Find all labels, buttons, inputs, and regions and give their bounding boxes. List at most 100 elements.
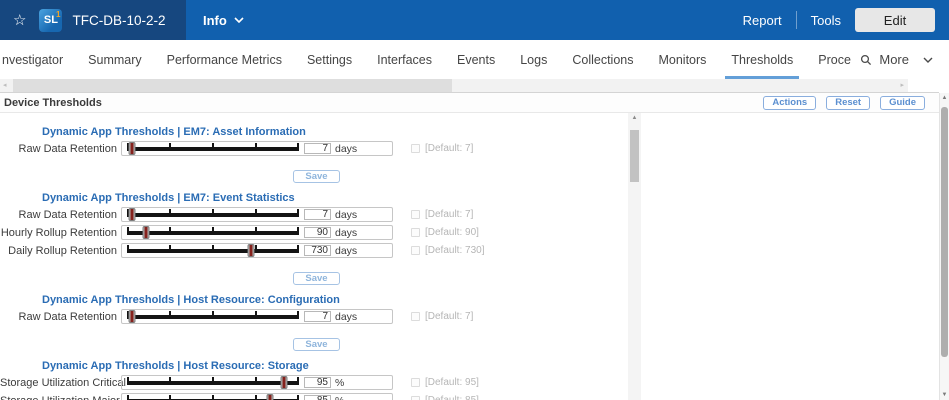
threshold-label: Raw Data Retention (0, 311, 121, 323)
section-title: Dynamic App Thresholds | Host Resource: … (42, 360, 628, 372)
tab-thresholds[interactable]: Thresholds (731, 40, 793, 79)
default-checkbox[interactable] (411, 228, 420, 237)
slider-handle[interactable] (247, 244, 254, 257)
tools-link[interactable]: Tools (811, 13, 841, 28)
content-vertical-scrollbar[interactable]: ▲ (628, 113, 641, 400)
tabs-horizontal-scrollbar[interactable]: ◂ ▸ (0, 79, 908, 92)
tab-events[interactable]: Events (457, 40, 495, 79)
divider (796, 11, 797, 29)
threshold-label: Raw Data Retention (0, 143, 121, 155)
edit-button[interactable]: Edit (855, 8, 935, 32)
thresholds-content: Dynamic App Thresholds | EM7: Asset Info… (0, 113, 628, 400)
threshold-slider[interactable] (127, 376, 299, 389)
content-scrollbar-thumb[interactable] (630, 130, 639, 182)
threshold-control: days (121, 141, 393, 156)
threshold-unit: days (335, 143, 357, 155)
default-checkbox[interactable] (411, 246, 420, 255)
actions-button[interactable]: Actions (763, 96, 816, 110)
top-nav-bar: ☆ SL1 TFC-DB-10-2-2 Info Report Tools Ed… (0, 0, 949, 40)
threshold-value-input[interactable] (304, 209, 331, 220)
scroll-left-arrow-icon[interactable]: ◂ (3, 79, 7, 92)
threshold-value-input[interactable] (304, 377, 331, 388)
threshold-value-input[interactable] (304, 143, 331, 154)
save-button[interactable]: Save (293, 272, 340, 285)
threshold-unit: days (335, 209, 357, 221)
threshold-slider[interactable] (127, 208, 299, 221)
threshold-control: days (121, 309, 393, 324)
pane-header: Device Thresholds Actions Reset Guide (0, 92, 939, 113)
threshold-value-input[interactable] (304, 227, 331, 238)
default-checkbox[interactable] (411, 378, 420, 387)
slider-handle[interactable] (129, 310, 136, 323)
horizontal-scrollbar-thumb[interactable] (13, 79, 452, 92)
threshold-value-input[interactable] (304, 245, 331, 256)
default-option: [Default: 7] (411, 209, 473, 220)
threshold-row: Raw Data Retention days [Default: 7] (0, 207, 628, 222)
guide-button[interactable]: Guide (880, 96, 925, 110)
threshold-label: Storage Utilization Critical (0, 377, 121, 389)
threshold-row: Daily Rollup Retention days [Default: 73… (0, 243, 628, 258)
default-label: [Default: 85] (425, 395, 479, 400)
tab-list: nvestigator Summary Performance Metrics Set… (0, 40, 851, 79)
section-title: Dynamic App Thresholds | EM7: Asset Info… (42, 126, 628, 138)
threshold-control: % (121, 393, 393, 400)
threshold-section: Dynamic App Thresholds | Host Resource: … (0, 294, 628, 347)
default-option: [Default: 7] (411, 311, 473, 322)
device-tab-bar: nvestigator Summary Performance Metrics Set… (0, 40, 949, 79)
threshold-control: days (121, 207, 393, 222)
threshold-slider[interactable] (127, 226, 299, 239)
tab-interfaces[interactable]: Interfaces (377, 40, 432, 79)
tab-collections[interactable]: Collections (572, 40, 633, 79)
tab-settings[interactable]: Settings (307, 40, 352, 79)
window-vertical-scrollbar[interactable]: ▲ ▼ (939, 93, 949, 400)
slider-handle[interactable] (129, 208, 136, 221)
default-checkbox[interactable] (411, 144, 420, 153)
default-label: [Default: 95] (425, 377, 479, 388)
tab-nvestigator[interactable]: nvestigator (2, 40, 63, 79)
slider-handle[interactable] (142, 226, 149, 239)
tab-proce[interactable]: Proce (818, 40, 851, 79)
pane-title: Device Thresholds (4, 97, 102, 109)
scroll-right-arrow-icon[interactable]: ▸ (900, 79, 904, 92)
report-link[interactable]: Report (743, 13, 782, 28)
section-title: Dynamic App Thresholds | EM7: Event Stat… (42, 192, 628, 204)
threshold-slider[interactable] (127, 394, 299, 400)
slider-handle[interactable] (129, 142, 136, 155)
tab-monitors[interactable]: Monitors (658, 40, 706, 79)
device-identity: ☆ SL1 TFC-DB-10-2-2 (0, 0, 186, 40)
save-button[interactable]: Save (293, 338, 340, 351)
default-label: [Default: 730] (425, 245, 484, 256)
default-checkbox[interactable] (411, 312, 420, 321)
slider-handle[interactable] (266, 394, 273, 400)
default-checkbox[interactable] (411, 396, 420, 400)
threshold-slider[interactable] (127, 142, 299, 155)
slider-handle[interactable] (280, 376, 287, 389)
threshold-value-input[interactable] (304, 395, 331, 400)
threshold-slider[interactable] (127, 310, 299, 323)
threshold-unit: days (335, 227, 357, 239)
more-menu[interactable]: More (860, 40, 949, 79)
tab-performance-metrics[interactable]: Performance Metrics (167, 40, 282, 79)
default-checkbox[interactable] (411, 210, 420, 219)
search-icon (860, 54, 872, 66)
threshold-value-input[interactable] (304, 311, 331, 322)
favorite-star-icon[interactable]: ☆ (13, 13, 26, 28)
info-dropdown[interactable]: Info (203, 13, 244, 28)
scroll-up-arrow-icon[interactable]: ▲ (628, 115, 641, 121)
window-scrollbar-thumb[interactable] (941, 107, 948, 357)
save-button[interactable]: Save (293, 170, 340, 183)
threshold-label: Hourly Rollup Retention (0, 227, 121, 239)
threshold-label: Raw Data Retention (0, 209, 121, 221)
threshold-slider[interactable] (127, 244, 299, 257)
scroll-up-arrow-icon[interactable]: ▲ (940, 95, 949, 101)
scroll-down-arrow-icon[interactable]: ▼ (940, 392, 949, 398)
threshold-unit: days (335, 311, 357, 323)
threshold-row: Storage Utilization Major % [Default: 85… (0, 393, 628, 400)
tab-logs[interactable]: Logs (520, 40, 547, 79)
default-option: [Default: 730] (411, 245, 484, 256)
default-label: [Default: 90] (425, 227, 479, 238)
reset-button[interactable]: Reset (826, 96, 870, 110)
tab-summary[interactable]: Summary (88, 40, 141, 79)
chevron-down-icon (234, 17, 244, 23)
topbar-actions: Report Tools Edit (743, 8, 949, 32)
